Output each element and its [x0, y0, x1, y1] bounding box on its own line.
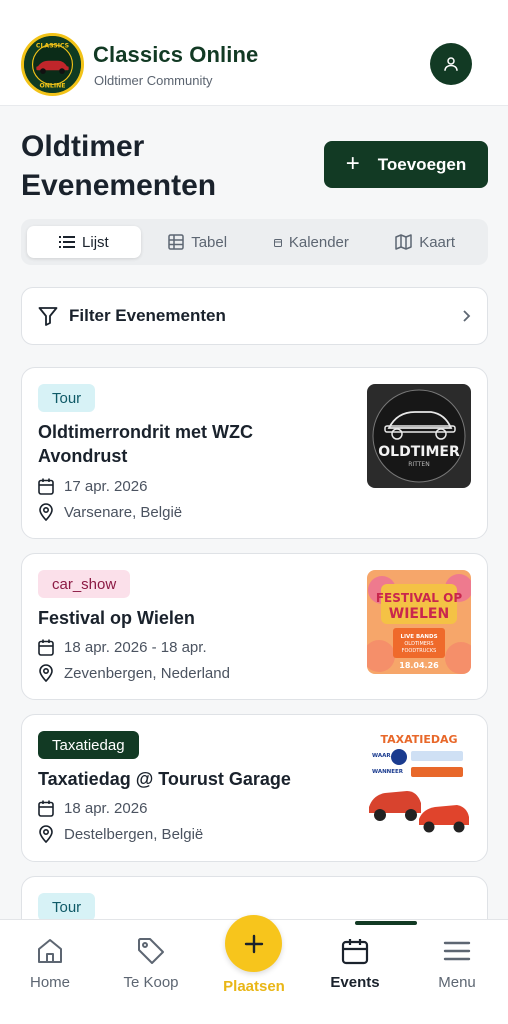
event-category-badge: car_show: [38, 570, 131, 598]
nav-home-label: Home: [29, 974, 70, 991]
event-thumbnail[interactable]: FESTIVAL OP WIELEN LIVE BANDS OLDTIMERS …: [367, 570, 471, 674]
tab-table[interactable]: Tabel: [141, 226, 255, 258]
calendar-icon: [38, 478, 54, 495]
event-category-badge: Tour: [38, 893, 96, 921]
plus-icon: [244, 934, 263, 953]
brand-subtitle: Oldtimer Community: [94, 73, 213, 88]
svg-text:WAAR: WAAR: [372, 753, 391, 759]
event-date-text: 17 apr. 2026: [64, 478, 148, 495]
view-tabs: Lijst Tabel Kalender Kaart: [21, 219, 488, 265]
chevron-right-icon: [463, 310, 471, 322]
event-location: Zevenbergen, Nederland: [38, 664, 230, 682]
active-tab-indicator: [355, 921, 417, 925]
location-pin-icon: [39, 664, 53, 682]
add-event-label: Toevoegen: [377, 154, 467, 174]
user-icon: [444, 57, 458, 71]
table-icon: [168, 234, 184, 250]
event-thumbnail[interactable]: TAXATIEDAG WAAR WANNEER: [367, 729, 471, 833]
event-title[interactable]: Taxatiedag @ Tourust Garage: [38, 767, 338, 791]
location-pin-icon: [39, 503, 53, 521]
event-image: TAXATIEDAG WAAR WANNEER: [367, 729, 471, 833]
svg-text:WIELEN: WIELEN: [389, 606, 449, 622]
nav-events-label: Events: [330, 974, 380, 991]
filter-events-button[interactable]: Filter Evenementen: [21, 287, 488, 345]
calendar-icon: [273, 238, 282, 247]
brand-title: Classics Online: [93, 42, 259, 67]
nav-menu-label: Menu: [438, 974, 476, 991]
page-title: Oldtimer Evenementen: [21, 130, 217, 202]
event-location-text: Destelbergen, België: [64, 825, 204, 843]
menu-icon: [443, 941, 471, 961]
svg-text:WANNEER: WANNEER: [372, 769, 404, 775]
svg-text:LIVE BANDS: LIVE BANDS: [400, 634, 437, 640]
svg-text:ONLINE: ONLINE: [40, 82, 66, 89]
svg-text:OLDTIMERS: OLDTIMERS: [404, 641, 433, 647]
event-thumbnail[interactable]: OLDTIMER RITTEN: [367, 384, 471, 488]
svg-text:TAXATIEDAG: TAXATIEDAG: [380, 733, 457, 746]
map-icon: [395, 234, 412, 250]
tag-icon: [138, 938, 164, 964]
plus-icon: +: [345, 149, 360, 177]
svg-text:RITTEN: RITTEN: [408, 461, 429, 468]
post-listing-label: Plaatsen: [223, 978, 285, 995]
nav-events[interactable]: Events: [310, 920, 400, 1020]
event-date: 18 apr. 2026: [38, 800, 147, 817]
post-listing-button[interactable]: [225, 915, 282, 972]
tab-calendar[interactable]: Kalender: [255, 226, 369, 258]
event-category-badge: Tour: [38, 384, 96, 412]
location-pin-icon: [39, 825, 53, 843]
home-icon: [38, 939, 62, 963]
event-location-text: Zevenbergen, Nederland: [64, 664, 230, 682]
event-image: OLDTIMER RITTEN: [367, 384, 471, 488]
profile-button[interactable]: [430, 43, 472, 85]
filter-label: Filter Evenementen: [69, 306, 226, 325]
svg-text:FESTIVAL OP: FESTIVAL OP: [376, 591, 462, 605]
tab-map-label: Kaart: [419, 233, 456, 251]
tab-table-label: Tabel: [191, 233, 228, 251]
nav-menu[interactable]: Menu: [412, 920, 502, 1020]
event-location-text: Varsenare, België: [64, 503, 183, 521]
event-location: Varsenare, België: [38, 503, 182, 521]
event-date-text: 18 apr. 2026: [64, 800, 148, 817]
calendar-icon: [341, 939, 369, 965]
nav-for-sale[interactable]: Te Koop: [106, 920, 196, 1020]
event-title[interactable]: Festival op Wielen: [38, 606, 338, 630]
event-date: 17 apr. 2026: [38, 478, 147, 495]
brand-logo[interactable]: CLASSICS ONLINE: [21, 33, 84, 96]
calendar-icon: [38, 800, 54, 817]
event-card[interactable]: Taxatiedag Taxatiedag @ Tourust Garage 1…: [21, 714, 488, 862]
app-header: CLASSICS ONLINE Classics Online Oldtimer…: [0, 0, 508, 106]
list-icon: [59, 236, 76, 248]
event-category-badge: Taxatiedag: [38, 731, 139, 759]
svg-text:18.04.26: 18.04.26: [399, 661, 439, 670]
nav-for-sale-label: Te Koop: [123, 974, 179, 991]
svg-text:OLDTIMER: OLDTIMER: [378, 444, 460, 460]
svg-text:CLASSICS: CLASSICS: [36, 42, 69, 49]
filter-icon: [38, 307, 58, 326]
event-card[interactable]: car_show Festival op Wielen 18 apr. 2026…: [21, 553, 488, 700]
tab-list-label: Lijst: [82, 233, 109, 251]
nav-home[interactable]: Home: [5, 920, 95, 1020]
event-image: FESTIVAL OP WIELEN LIVE BANDS OLDTIMERS …: [367, 570, 471, 674]
tab-calendar-label: Kalender: [288, 233, 349, 251]
event-date-text: 18 apr. 2026 - 18 apr.: [64, 639, 207, 656]
event-card[interactable]: Tour Oldtimerrondrit met WZC Avondrust 1…: [21, 367, 488, 539]
logo-emblem-icon: CLASSICS ONLINE: [24, 36, 81, 93]
event-location: Destelbergen, België: [38, 825, 203, 843]
calendar-icon: [38, 639, 54, 656]
tab-list[interactable]: Lijst: [27, 226, 141, 258]
svg-text:FOODTRUCKS: FOODTRUCKS: [402, 648, 437, 654]
tab-map[interactable]: Kaart: [368, 226, 482, 258]
event-date: 18 apr. 2026 - 18 apr.: [38, 639, 207, 656]
event-title[interactable]: Oldtimerrondrit met WZC Avondrust: [38, 420, 338, 468]
add-event-button[interactable]: + Toevoegen: [324, 141, 488, 188]
